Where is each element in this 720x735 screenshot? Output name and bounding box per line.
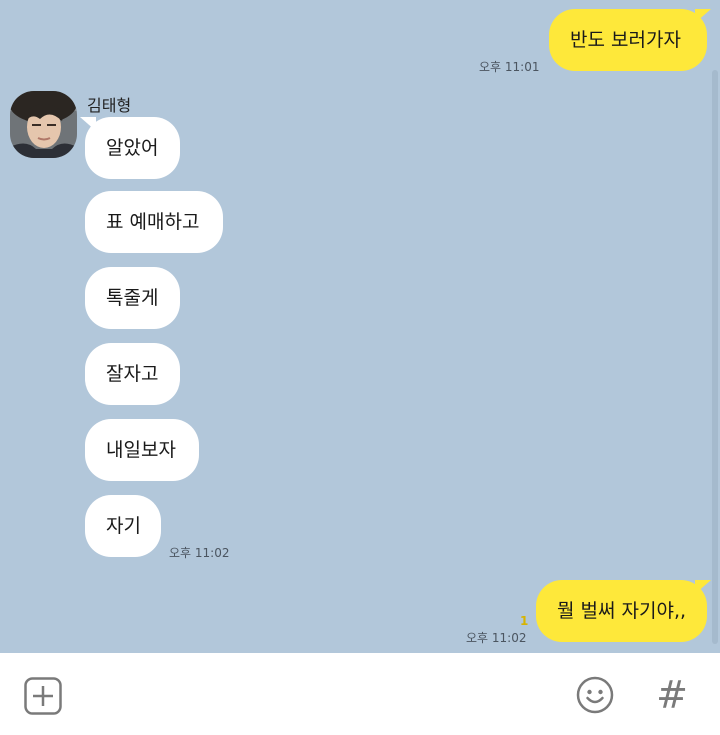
message-timestamp: 오후 11:02	[169, 546, 230, 560]
emoji-button[interactable]	[576, 676, 614, 714]
hashtag-button[interactable]: #	[652, 673, 692, 717]
message-timestamp: 오후 11:01	[479, 60, 540, 74]
message-bubble-outgoing[interactable]: 반도 보러가자	[549, 9, 707, 71]
scrollbar[interactable]	[712, 70, 718, 644]
hash-icon: #	[656, 673, 688, 717]
message-bubble-incoming[interactable]: 내일보자	[85, 419, 199, 481]
sender-name: 김태형	[87, 96, 132, 115]
message-bubble-incoming[interactable]: 알았어	[85, 117, 180, 179]
message-bubble-incoming[interactable]: 톡줄게	[85, 267, 180, 329]
message-timestamp: 오후 11:02	[466, 631, 527, 645]
smiley-icon	[576, 676, 614, 714]
message-bubble-outgoing[interactable]: 뭘 벌써 자기야,,	[536, 580, 707, 642]
chat-area[interactable]: 반도 보러가자 오후 11:01 김태형 알았어 표 예매하고 톡줄게 잘자고 …	[0, 0, 720, 653]
message-bubble-incoming[interactable]: 잘자고	[85, 343, 180, 405]
message-bubble-incoming[interactable]: 자기	[85, 495, 161, 557]
message-bubble-incoming[interactable]: 표 예매하고	[85, 191, 223, 253]
add-button[interactable]	[24, 677, 62, 715]
plus-square-icon	[24, 677, 62, 715]
profile-photo	[10, 91, 77, 158]
unread-count: 1	[520, 614, 529, 628]
input-bar: #	[0, 653, 720, 735]
avatar[interactable]	[10, 91, 77, 158]
